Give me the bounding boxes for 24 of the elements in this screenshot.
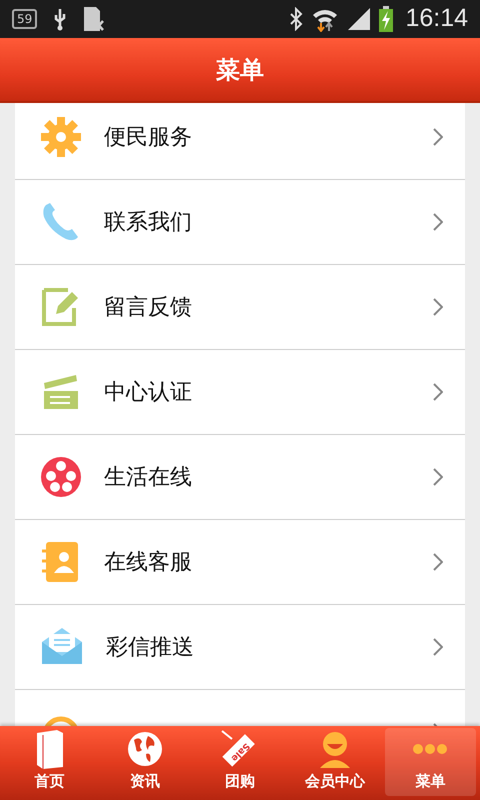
tab[interactable]: 首页: [4, 728, 96, 796]
status-time: 16:14: [405, 3, 468, 34]
tab[interactable]: 菜单: [384, 728, 476, 796]
battery-icon: [379, 6, 394, 32]
globe-icon: [126, 730, 164, 768]
chevron-icon: [433, 553, 443, 571]
chevron-icon: [433, 638, 443, 656]
tab[interactable]: 会员中心: [290, 728, 381, 796]
sim-card-icon: [83, 6, 106, 32]
film-reel-icon: [40, 456, 82, 498]
bluetooth-icon: [289, 7, 304, 31]
usb-icon: [53, 7, 68, 31]
header-title: 菜单: [216, 54, 264, 86]
chevron-icon: [433, 383, 443, 401]
book-icon: [34, 728, 65, 769]
settings-icon: [40, 116, 82, 158]
notification-count: 59: [12, 9, 38, 29]
chevron-icon: [433, 468, 443, 486]
signal-icon: [347, 7, 372, 31]
chevron-icon: [433, 298, 443, 316]
tab[interactable]: 资讯: [99, 728, 190, 796]
chevron-icon: [433, 213, 443, 231]
chevron-icon: [433, 128, 443, 146]
more-icon: [412, 742, 448, 755]
